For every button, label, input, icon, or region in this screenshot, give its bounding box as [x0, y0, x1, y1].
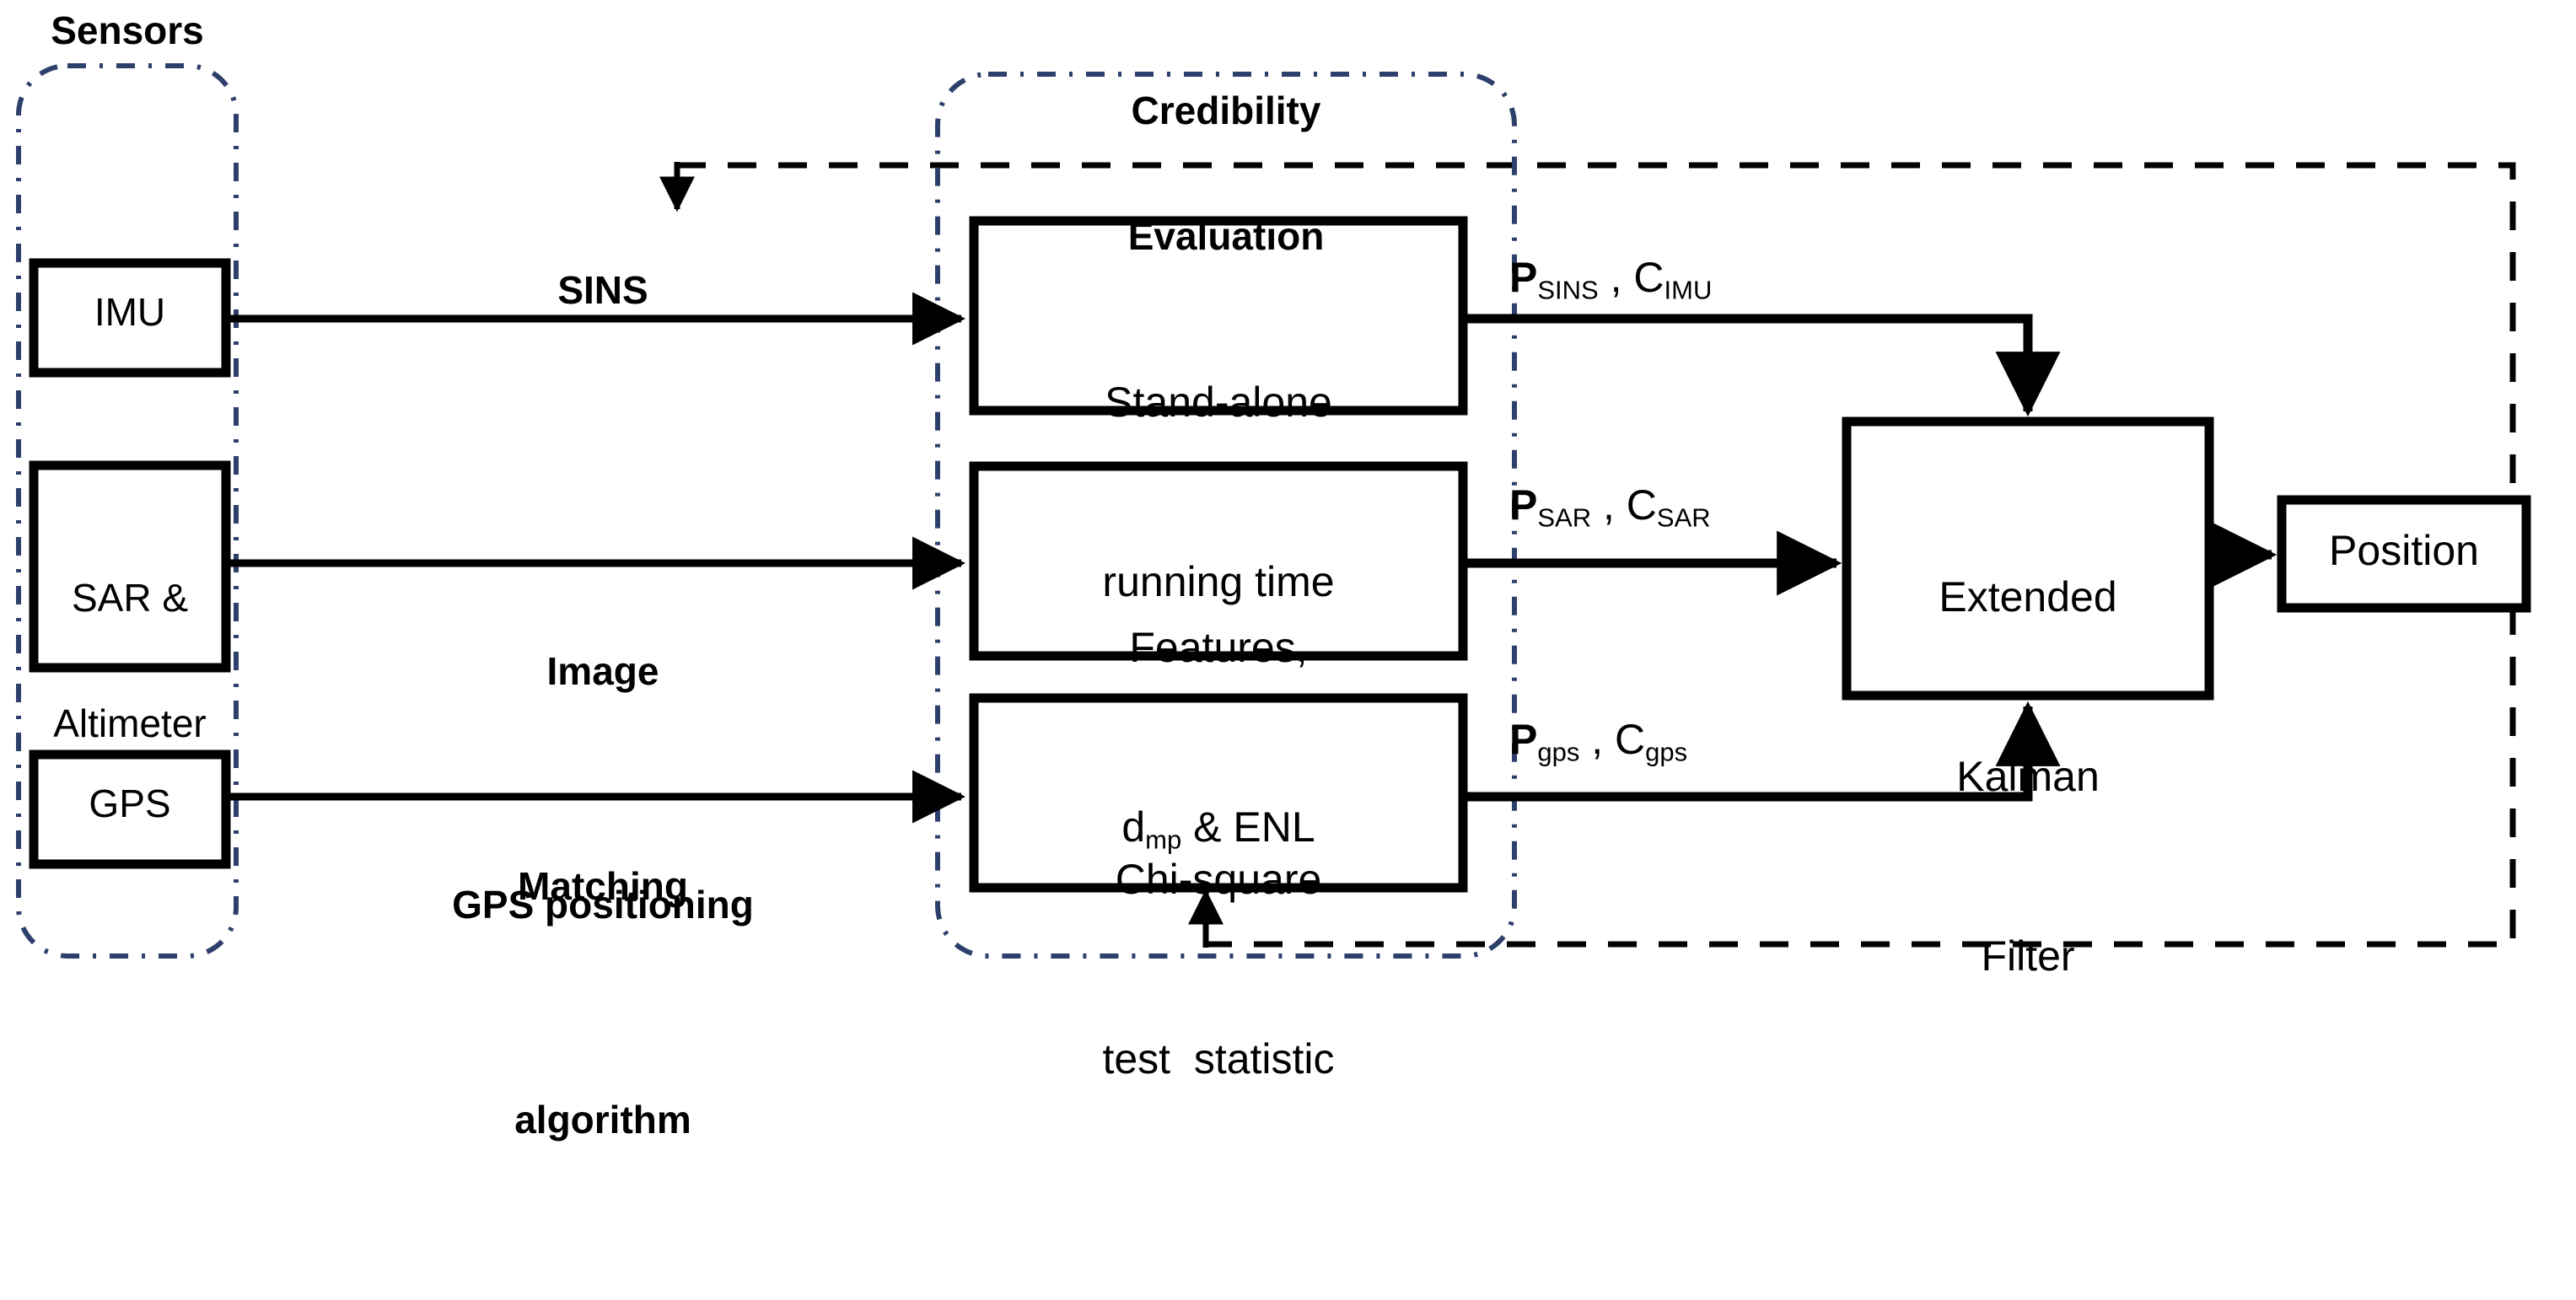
- p-sar-separator: ,: [1591, 481, 1627, 529]
- sar-altimeter-line1: SAR &: [71, 576, 189, 620]
- c-gps-symbol: C: [1615, 716, 1646, 763]
- c-gps-subscript: gps: [1645, 737, 1688, 767]
- c-imu-symbol: C: [1633, 254, 1664, 301]
- flow-label-sins: SINS: [557, 268, 648, 312]
- credibility-title-line1: Credibility: [1131, 89, 1321, 133]
- signal-label-p-sins-c-imu: PSINS , CIMU: [1509, 255, 1712, 304]
- flow-label-image-matching-line1: Image: [546, 649, 659, 694]
- features-line1: Features,: [1129, 624, 1308, 671]
- imu-label: IMU: [94, 290, 166, 334]
- connector-standalone-to-ekf: [1463, 314, 2061, 417]
- p-sins-subscript: SINS: [1537, 275, 1599, 305]
- gps-label: GPS: [89, 782, 171, 825]
- stand-alone-line1: Stand-alone: [1105, 379, 1332, 426]
- p-gps-separator: ,: [1579, 716, 1616, 763]
- extended-kalman-filter-label: Extended Kalman Filter: [1847, 448, 2209, 1106]
- p-sar-subscript: SAR: [1537, 502, 1592, 533]
- sar-altimeter-label: SAR & Altimeter: [34, 494, 226, 829]
- flow-label-gps-positioning: GPS positioning algorithm: [245, 726, 961, 1300]
- signal-label-p-sar-c-sar: PSAR , CSAR: [1509, 482, 1711, 532]
- signal-label-p-gps-c-gps: Pgps , Cgps: [1509, 717, 1687, 766]
- flow-label-gps-positioning-line1: GPS positioning: [452, 883, 754, 927]
- c-imu-subscript: IMU: [1664, 275, 1713, 305]
- sar-altimeter-line2: Altimeter: [53, 701, 207, 746]
- chi-square-test-statistic-label: Chi-square test statistic: [974, 730, 1463, 1209]
- c-sar-subscript: SAR: [1656, 502, 1711, 533]
- diagram-canvas: Sensors Credibility Evaluation IMU SAR &…: [0, 0, 2576, 1142]
- flow-label-gps-positioning-line2: algorithm: [514, 1098, 691, 1142]
- ekf-line2: Kalman: [1956, 753, 2100, 800]
- credibility-title-line2: Evaluation: [1127, 214, 1325, 259]
- position-label: Position: [2329, 527, 2479, 574]
- c-sar-symbol: C: [1626, 481, 1657, 529]
- sensors-group-title: Sensors: [51, 8, 204, 52]
- chisquare-line1: Chi-square: [1115, 856, 1322, 903]
- ekf-line3: Filter: [1981, 932, 2075, 980]
- p-gps-subscript: gps: [1537, 737, 1580, 767]
- p-sar-symbol: P: [1509, 481, 1538, 529]
- chisquare-line2: test statistic: [1102, 1035, 1335, 1082]
- p-sins-symbol: P: [1509, 254, 1538, 301]
- p-gps-symbol: P: [1509, 716, 1538, 763]
- ekf-line1: Extended: [1939, 573, 2117, 620]
- p-sins-separator: ,: [1598, 254, 1634, 301]
